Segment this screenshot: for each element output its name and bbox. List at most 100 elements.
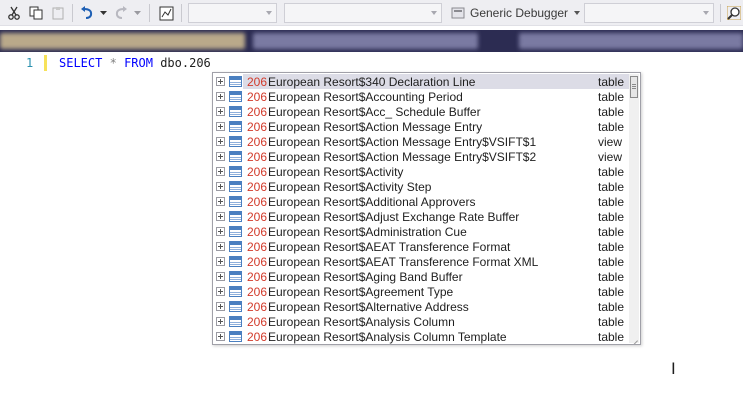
- tab-query-3[interactable]: [519, 33, 743, 49]
- toolbar: Generic Debugger: [0, 0, 743, 26]
- expand-icon[interactable]: [216, 257, 225, 266]
- item-type: view: [598, 135, 623, 149]
- results-icon[interactable]: [156, 3, 176, 23]
- resize-grip-icon[interactable]: [631, 334, 638, 341]
- scrollbar-thumb[interactable]: [630, 76, 638, 98]
- completion-item[interactable]: 206 European Resort$Analysis Column table: [213, 314, 633, 329]
- expand-icon[interactable]: [216, 242, 225, 251]
- item-name: European Resort$Administration Cue: [268, 225, 467, 239]
- expand-icon[interactable]: [216, 272, 225, 281]
- expand-icon[interactable]: [216, 332, 225, 341]
- keyword-select: SELECT: [59, 56, 103, 70]
- popup-scrollbar[interactable]: [629, 74, 639, 343]
- completion-item[interactable]: 206 European Resort$Administration Cue tab…: [213, 224, 633, 239]
- expand-icon[interactable]: [216, 212, 225, 221]
- code-line[interactable]: SELECT * FROM dbo.206: [59, 56, 211, 70]
- item-type: table: [598, 300, 625, 314]
- item-type: table: [598, 195, 625, 209]
- item-name: European Resort$Activity: [268, 165, 404, 179]
- keyword-from: FROM: [124, 56, 153, 70]
- intellisense-popup[interactable]: 206 European Resort$340 Declaration Line t…: [212, 72, 641, 345]
- completion-item[interactable]: 206 European Resort$Adjust Exchange Rate …: [213, 209, 633, 224]
- item-type: table: [598, 255, 625, 269]
- paste-icon[interactable]: [48, 3, 68, 23]
- undo-icon[interactable]: [78, 3, 96, 23]
- item-type: table: [598, 315, 625, 329]
- copy-icon[interactable]: [26, 3, 46, 23]
- database-combo[interactable]: [284, 3, 442, 23]
- item-name: European Resort$340 Declaration Line: [268, 75, 476, 89]
- item-type: table: [598, 165, 625, 179]
- completion-item[interactable]: 206 European Resort$Activity table: [213, 164, 633, 179]
- item-prefix: 206: [247, 180, 268, 194]
- undo-dropdown-icon[interactable]: [98, 3, 108, 23]
- tab-active-query[interactable]: [0, 33, 245, 49]
- item-type: table: [598, 105, 625, 119]
- expand-icon[interactable]: [216, 167, 225, 176]
- expand-icon[interactable]: [216, 287, 225, 296]
- table-icon: [229, 136, 242, 147]
- table-icon: [229, 181, 242, 192]
- scissors-icon[interactable]: [4, 3, 24, 23]
- completion-item[interactable]: 206 European Resort$Additional Approvers t…: [213, 194, 633, 209]
- line-number: 1: [26, 56, 34, 70]
- completion-item[interactable]: 206 European Resort$Action Message Entry$…: [213, 149, 633, 164]
- item-prefix: 206: [247, 300, 268, 314]
- expand-icon[interactable]: [216, 227, 225, 236]
- table-icon: [229, 256, 242, 267]
- item-prefix: 206: [247, 210, 268, 224]
- completion-item[interactable]: 206 European Resort$Aging Band Buffer tabl…: [213, 269, 633, 284]
- completion-item[interactable]: 206 European Resort$AEAT Transference For…: [213, 239, 633, 254]
- completion-item[interactable]: 206 European Resort$Agreement Type table: [213, 284, 633, 299]
- expand-icon[interactable]: [216, 197, 225, 206]
- expand-icon[interactable]: [216, 107, 225, 116]
- completion-item[interactable]: 206 European Resort$340 Declaration Line t…: [213, 74, 635, 89]
- item-prefix: 206: [247, 330, 268, 344]
- item-prefix: 206: [247, 225, 268, 239]
- expand-icon[interactable]: [216, 317, 225, 326]
- expand-icon[interactable]: [216, 152, 225, 161]
- item-prefix: 206: [247, 90, 268, 104]
- search-icon[interactable]: [725, 3, 743, 23]
- item-prefix: 206: [247, 165, 268, 179]
- item-type: table: [598, 270, 625, 284]
- completion-item[interactable]: 206 European Resort$Action Message Entry t…: [213, 119, 633, 134]
- expand-icon[interactable]: [216, 302, 225, 311]
- redo-dropdown-icon[interactable]: [132, 3, 142, 23]
- item-type: table: [598, 225, 625, 239]
- item-name: European Resort$Agreement Type: [268, 285, 454, 299]
- completion-item[interactable]: 206 European Resort$Alternative Address ta…: [213, 299, 633, 314]
- target-combo[interactable]: [584, 3, 714, 23]
- table-icon: [229, 91, 242, 102]
- completion-item[interactable]: 206 European Resort$Accounting Period tabl…: [213, 89, 633, 104]
- completion-item[interactable]: 206 European Resort$AEAT Transference For…: [213, 254, 633, 269]
- connection-combo[interactable]: [188, 3, 277, 23]
- table-icon: [229, 301, 242, 312]
- item-prefix: 206: [247, 75, 268, 89]
- item-name: European Resort$AEAT Transference Format…: [268, 255, 539, 269]
- item-type: table: [598, 180, 625, 194]
- table-icon: [229, 166, 242, 177]
- table-icon: [229, 271, 242, 282]
- expand-icon[interactable]: [216, 137, 225, 146]
- item-type: table: [598, 90, 625, 104]
- completion-item[interactable]: 206 European Resort$Activity Step table: [213, 179, 633, 194]
- ibeam-cursor-icon: I: [671, 359, 676, 378]
- completion-item[interactable]: 206 European Resort$Action Message Entry$…: [213, 134, 633, 149]
- item-name: European Resort$Accounting Period: [268, 90, 463, 104]
- item-name: European Resort$Action Message Entry$VSI…: [268, 150, 537, 164]
- completion-item[interactable]: 206 European Resort$Acc_ Schedule Buffer t…: [213, 104, 633, 119]
- item-prefix: 206: [247, 255, 268, 269]
- tab-query-2[interactable]: [253, 33, 478, 49]
- completion-item[interactable]: 206 European Resort$Analysis Column Templ…: [213, 329, 633, 344]
- item-name: European Resort$Acc_ Schedule Buffer: [268, 105, 481, 119]
- expand-icon[interactable]: [216, 77, 225, 86]
- expand-icon[interactable]: [216, 182, 225, 191]
- table-icon: [229, 211, 242, 222]
- expand-icon[interactable]: [216, 92, 225, 101]
- item-type: table: [598, 285, 625, 299]
- expand-icon[interactable]: [216, 122, 225, 131]
- debugger-combo[interactable]: Generic Debugger: [451, 3, 581, 23]
- table-icon: [229, 196, 242, 207]
- redo-icon[interactable]: [112, 3, 130, 23]
